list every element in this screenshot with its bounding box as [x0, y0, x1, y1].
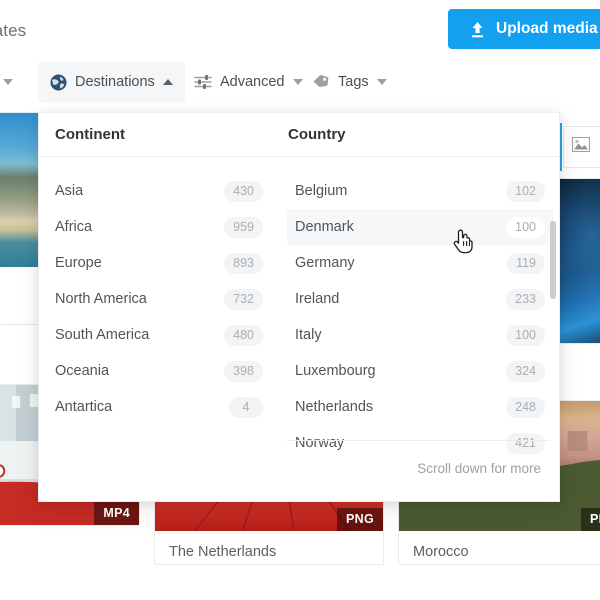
filter-chip-advanced[interactable]: Advanced: [182, 62, 315, 102]
upload-arrow-icon: [470, 21, 485, 38]
dropdown-columns: Asia 430 Africa 959 Europe 893 North Ame…: [39, 157, 559, 502]
country-option-luxembourg[interactable]: Luxembourg 324: [287, 353, 553, 389]
country-list-footer: Scroll down for more: [287, 440, 549, 502]
continent-options-list: Asia 430 Africa 959 Europe 893 North Ame…: [39, 157, 279, 502]
card-title: The Netherlands: [169, 544, 277, 560]
page-title: mplates: [0, 21, 27, 40]
country-option-germany[interactable]: Germany 119: [287, 245, 553, 281]
country-option-denmark[interactable]: Denmark 100: [287, 209, 553, 245]
country-option-ireland[interactable]: Ireland 233: [287, 281, 553, 317]
option-label: Oceania: [55, 363, 110, 379]
option-count: 100: [506, 216, 545, 238]
option-label: Africa: [55, 219, 93, 235]
option-label: Luxembourg: [295, 363, 376, 379]
column-header-country: Country: [288, 126, 346, 143]
chevron-up-icon: [162, 79, 173, 85]
option-count: 398: [224, 360, 263, 382]
option-count: 4: [229, 396, 263, 418]
country-list-scrollbar[interactable]: [550, 167, 556, 467]
tag-icon: [312, 74, 330, 90]
scrollbar-thumb[interactable]: [550, 221, 556, 299]
option-count: 248: [506, 396, 545, 418]
continent-option-asia[interactable]: Asia 430: [47, 173, 271, 209]
option-count: 100: [506, 324, 545, 346]
country-option-italy[interactable]: Italy 100: [287, 317, 553, 353]
card-title: Morocco: [413, 544, 469, 560]
page-header: mplates Upload media: [0, 0, 600, 58]
file-type-badge: MP4: [94, 502, 139, 525]
option-label: Antartica: [55, 399, 113, 415]
continent-option-oceania[interactable]: Oceania 398: [47, 353, 271, 389]
upload-media-button[interactable]: Upload media: [448, 9, 600, 49]
option-count: 732: [224, 288, 263, 310]
option-count: 959: [224, 216, 263, 238]
option-count: 102: [506, 180, 545, 202]
destinations-dropdown-panel: Continent Country Asia 430 Africa 959 Eu…: [38, 112, 560, 502]
media-type-toolbar[interactable]: [563, 126, 600, 168]
continent-option-south-america[interactable]: South America 480: [47, 317, 271, 353]
continent-option-europe[interactable]: Europe 893: [47, 245, 271, 281]
option-count: 480: [224, 324, 263, 346]
option-label: Europe: [55, 255, 102, 271]
filter-chip-destinations-label: Destinations: [75, 73, 155, 90]
filter-chip-destinations[interactable]: Destinations: [38, 62, 185, 102]
filter-chip-partial[interactable]: y: [0, 62, 19, 102]
chevron-down-icon: [3, 79, 14, 85]
filter-chip-tags[interactable]: Tags: [300, 62, 399, 102]
option-label: Belgium: [295, 183, 348, 199]
image-icon[interactable]: [572, 137, 590, 157]
option-count: 430: [224, 180, 263, 202]
option-label: Netherlands: [295, 399, 374, 415]
app-root: old Co ity Inte PNG: [0, 0, 600, 600]
continent-option-antartica[interactable]: Antartica 4: [47, 389, 271, 425]
file-type-badge: PNG: [337, 508, 383, 531]
option-count: 233: [506, 288, 545, 310]
scroll-down-hint: Scroll down for more: [417, 461, 541, 476]
upload-media-label: Upload media: [496, 20, 598, 37]
option-label: Ireland: [295, 291, 340, 307]
dropdown-column-headers: Continent Country: [39, 113, 559, 157]
filter-chip-tags-label: Tags: [338, 73, 369, 90]
option-count: 324: [506, 360, 545, 382]
option-count: 119: [507, 252, 545, 274]
filter-chip-advanced-label: Advanced: [220, 73, 285, 90]
option-count: 893: [224, 252, 263, 274]
option-label: Italy: [295, 327, 322, 343]
continent-option-north-america[interactable]: North America 732: [47, 281, 271, 317]
option-label: Denmark: [295, 219, 354, 235]
sliders-icon: [194, 74, 212, 90]
chevron-down-icon: [376, 79, 387, 85]
continent-option-africa[interactable]: Africa 959: [47, 209, 271, 245]
column-header-continent: Continent: [55, 126, 125, 143]
option-label: North America: [55, 291, 147, 307]
country-options-list: Belgium 102 Denmark 100 Germany 119 Irel…: [279, 157, 561, 502]
file-type-badge: PNG: [581, 508, 600, 531]
globe-icon: [50, 74, 67, 91]
country-option-netherlands[interactable]: Netherlands 248: [287, 389, 553, 425]
filter-bar: y Destinations: [0, 58, 600, 106]
option-label: Germany: [295, 255, 355, 271]
option-label: South America: [55, 327, 150, 343]
option-label: Asia: [55, 183, 84, 199]
country-option-belgium[interactable]: Belgium 102: [287, 173, 553, 209]
